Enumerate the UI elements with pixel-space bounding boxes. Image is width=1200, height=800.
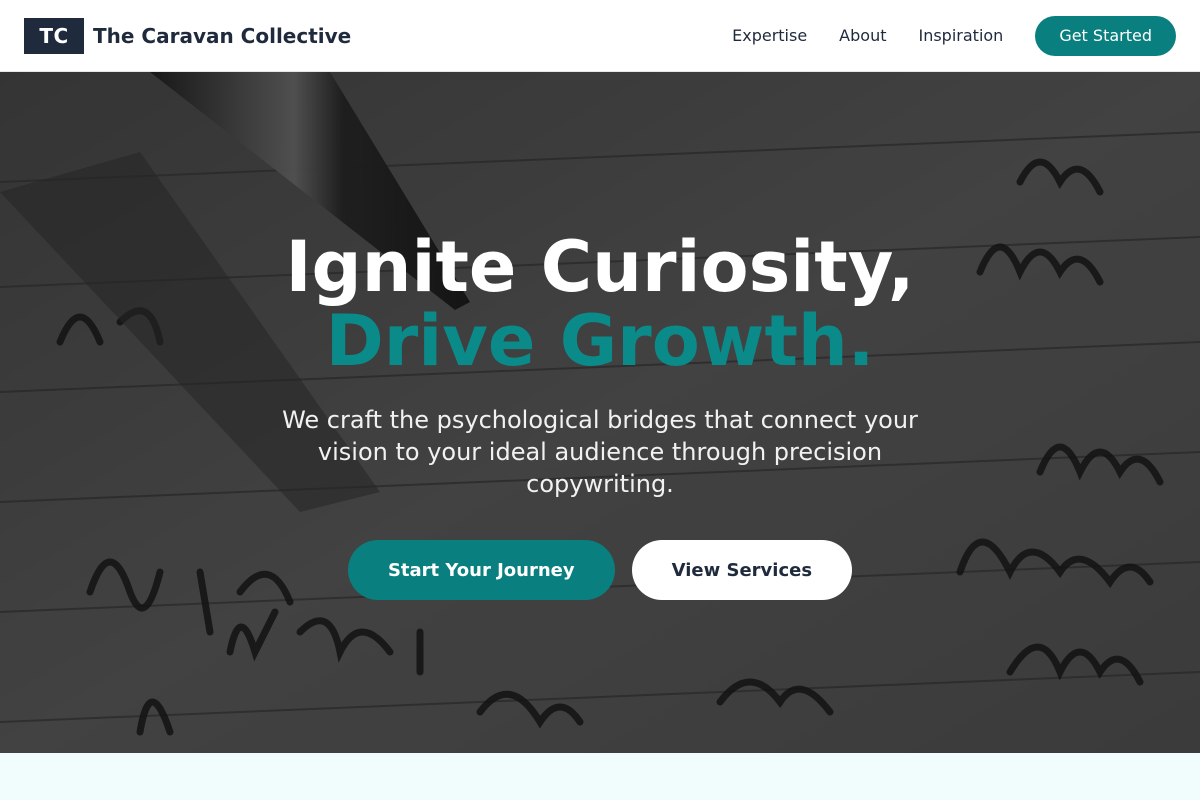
nav-link-inspiration[interactable]: Inspiration — [918, 26, 1003, 45]
headline-line2-accent: Drive Growth. — [325, 300, 875, 382]
site-header: TC The Caravan Collective Expertise Abou… — [0, 0, 1200, 72]
hero-content: Ignite Curiosity, Drive Growth. We craft… — [0, 72, 1200, 753]
hero-section: Ignite Curiosity, Drive Growth. We craft… — [0, 72, 1200, 753]
headline-line1: Ignite Curiosity, — [285, 226, 915, 308]
start-journey-button[interactable]: Start Your Journey — [347, 540, 615, 600]
hero-headline: Ignite Curiosity, Drive Growth. — [285, 230, 914, 378]
nav-link-expertise[interactable]: Expertise — [732, 26, 807, 45]
view-services-button[interactable]: View Services — [631, 540, 853, 600]
nav-link-about[interactable]: About — [839, 26, 886, 45]
hero-subtitle: We craft the psychological bridges that … — [282, 406, 918, 498]
brand[interactable]: TC The Caravan Collective — [24, 17, 352, 54]
brand-name: The Caravan Collective — [93, 23, 352, 48]
hero-buttons: Start Your Journey View Services — [347, 540, 853, 600]
get-started-button[interactable]: Get Started — [1035, 15, 1176, 56]
next-section — [0, 753, 1200, 800]
logo-badge: TC — [24, 17, 84, 54]
main-nav: Expertise About Inspiration Get Started — [732, 15, 1176, 56]
